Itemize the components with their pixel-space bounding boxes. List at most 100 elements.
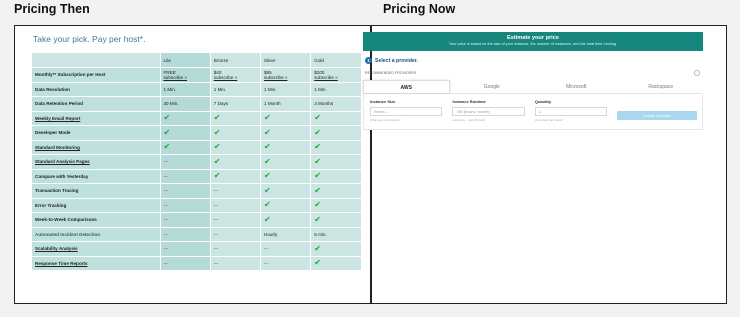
subscribe-link[interactable]: subscribe »	[264, 75, 307, 80]
instance-runtime-input[interactable]: 750 (hours / month)	[452, 107, 525, 116]
feature-label: Error Tracking	[32, 198, 160, 213]
estimate-subtitle: Your price is based on the size of your …	[448, 42, 618, 46]
field-label: Instance Runtime	[452, 99, 486, 104]
feature-label[interactable]: Standard Analysis Pages	[32, 154, 160, 170]
check-icon: ✔	[314, 142, 321, 152]
plan-cell: 1 Min.	[209, 82, 261, 97]
plan-cell: 1 Min.	[159, 82, 211, 97]
plan-cell: ✔	[310, 241, 361, 257]
dash-icon: —	[213, 217, 219, 223]
plan-cell: ✔	[310, 125, 361, 141]
check-icon: ✔	[213, 171, 221, 181]
table-row: Response Time Reports — — — ✔	[32, 256, 361, 271]
dash-icon: —	[163, 188, 169, 194]
feature-label[interactable]: Response Time Reports	[32, 256, 160, 271]
check-icon: ✔	[163, 113, 171, 123]
dash-icon: —	[163, 231, 169, 237]
plan-cell: ✔	[259, 169, 311, 184]
tab-aws[interactable]: AWS	[363, 80, 450, 93]
tagline: Take your pick. Pay per host*.	[33, 34, 146, 44]
check-icon: ✔	[213, 113, 221, 123]
plan-cell: —	[159, 241, 211, 257]
plan-cell: —	[159, 183, 211, 199]
check-icon: ✔	[213, 142, 221, 152]
check-icon: ✔	[163, 127, 171, 137]
plan-cell: ✔	[310, 140, 361, 155]
info-icon[interactable]	[694, 70, 700, 76]
step-number-badge: 1	[365, 57, 372, 64]
feature-label[interactable]: Standard Monitoring	[32, 140, 160, 155]
plan-cell: ✔	[259, 212, 311, 228]
plan-cell: —	[259, 241, 311, 257]
feature-label: Data Resolution	[32, 82, 160, 97]
plan-cell: 1 Min.	[259, 82, 311, 97]
check-icon: ✔	[264, 113, 271, 123]
feature-label: Week-to-Week Comparisons	[32, 212, 160, 228]
plan-cell: 30 Min.	[159, 96, 211, 112]
dash-icon: —	[163, 260, 169, 266]
tab-google[interactable]: Google	[450, 80, 535, 93]
instance-size-select[interactable]: Select...	[370, 107, 443, 116]
feature-label: Monthly** Subscription per Host	[32, 67, 160, 83]
field-hint: How many are there?	[534, 118, 564, 122]
subscribe-link[interactable]: subscribe »	[314, 75, 358, 80]
field-group: Quantity 1 How many are there?	[534, 99, 608, 122]
plan-cell: —	[209, 183, 261, 199]
check-icon: ✔	[314, 243, 321, 253]
plan-cell: —	[159, 198, 211, 213]
subscribe-link[interactable]: subscribe »	[214, 75, 257, 80]
plan-cell: ✔	[259, 140, 311, 155]
feature-label[interactable]: Scalability Analysis	[32, 241, 160, 257]
dash-icon: —	[264, 246, 269, 252]
dash-icon: —	[163, 159, 169, 165]
plan-cell: ✔	[159, 125, 211, 141]
feature-label[interactable]: Weekly Email Report	[32, 111, 160, 126]
plan-cell: ✔	[209, 111, 261, 126]
create-instance-button[interactable]: Create instance	[617, 110, 697, 120]
check-icon: ✔	[264, 200, 271, 210]
check-icon: ✔	[314, 171, 321, 181]
check-icon: ✔	[264, 214, 271, 224]
plan-cell: —	[209, 227, 261, 242]
estimate-title: Estimate your price	[507, 35, 559, 41]
tab-microsoft[interactable]: Microsoft	[534, 80, 619, 93]
table-header-empty	[32, 53, 160, 68]
tab-rackspace[interactable]: Rackspace	[619, 80, 704, 93]
quantity-input[interactable]: 1	[534, 107, 608, 116]
plan-cell: ✔	[209, 140, 261, 155]
plan-cell: —	[209, 198, 261, 213]
check-icon: ✔	[264, 185, 271, 195]
pricing-now-panel: Estimate your price Your price is based …	[363, 32, 703, 130]
plan-cell: 3 Months	[310, 96, 361, 112]
table-row: Week-to-Week Comparisons — — ✔ ✔	[32, 212, 361, 228]
plan-header-gold: Gold	[310, 53, 361, 68]
check-icon: ✔	[163, 142, 171, 152]
table-row: Developer Mode ✔ ✔ ✔ ✔	[32, 125, 361, 141]
plan-cell: FREE subscribe »	[159, 67, 211, 83]
plan-cell: ✔	[209, 169, 261, 184]
step-select-provider: 1 Select a provider.	[365, 57, 703, 64]
check-icon: ✔	[314, 113, 321, 123]
plan-cell: ✔	[259, 183, 311, 199]
plan-cell: ✔	[259, 125, 311, 141]
plan-cell: ✔	[159, 111, 211, 126]
dash-icon: —	[264, 260, 269, 266]
plan-cell: —	[159, 169, 211, 184]
plan-header-bronze: Bronze	[209, 53, 261, 68]
plan-cell: 7 Days	[209, 96, 261, 112]
subscribe-link[interactable]: subscribe »	[164, 75, 207, 80]
check-icon: ✔	[314, 156, 321, 166]
check-icon: ✔	[264, 127, 271, 137]
heading-then: Pricing Then	[14, 2, 90, 16]
plan-cell: ✔	[310, 212, 361, 228]
plan-cell: —	[159, 212, 211, 228]
plan-header-silver: Silver	[259, 53, 311, 68]
pricing-table: Lite Bronze Silver Gold Monthly** Subscripti…	[32, 53, 361, 271]
pricing-then-panel: Take your pick. Pay per host*. Lite Bronz…	[32, 34, 362, 271]
plan-header-lite: Lite	[159, 53, 211, 68]
dash-icon: —	[213, 188, 219, 194]
plan-cell: —	[159, 227, 211, 242]
plan-cell: Hourly	[259, 227, 311, 242]
recommended-providers-label: RECOMMENDED PROVIDERS	[365, 71, 417, 75]
estimate-form: Instance Size Select... What type of insta…	[363, 94, 703, 130]
